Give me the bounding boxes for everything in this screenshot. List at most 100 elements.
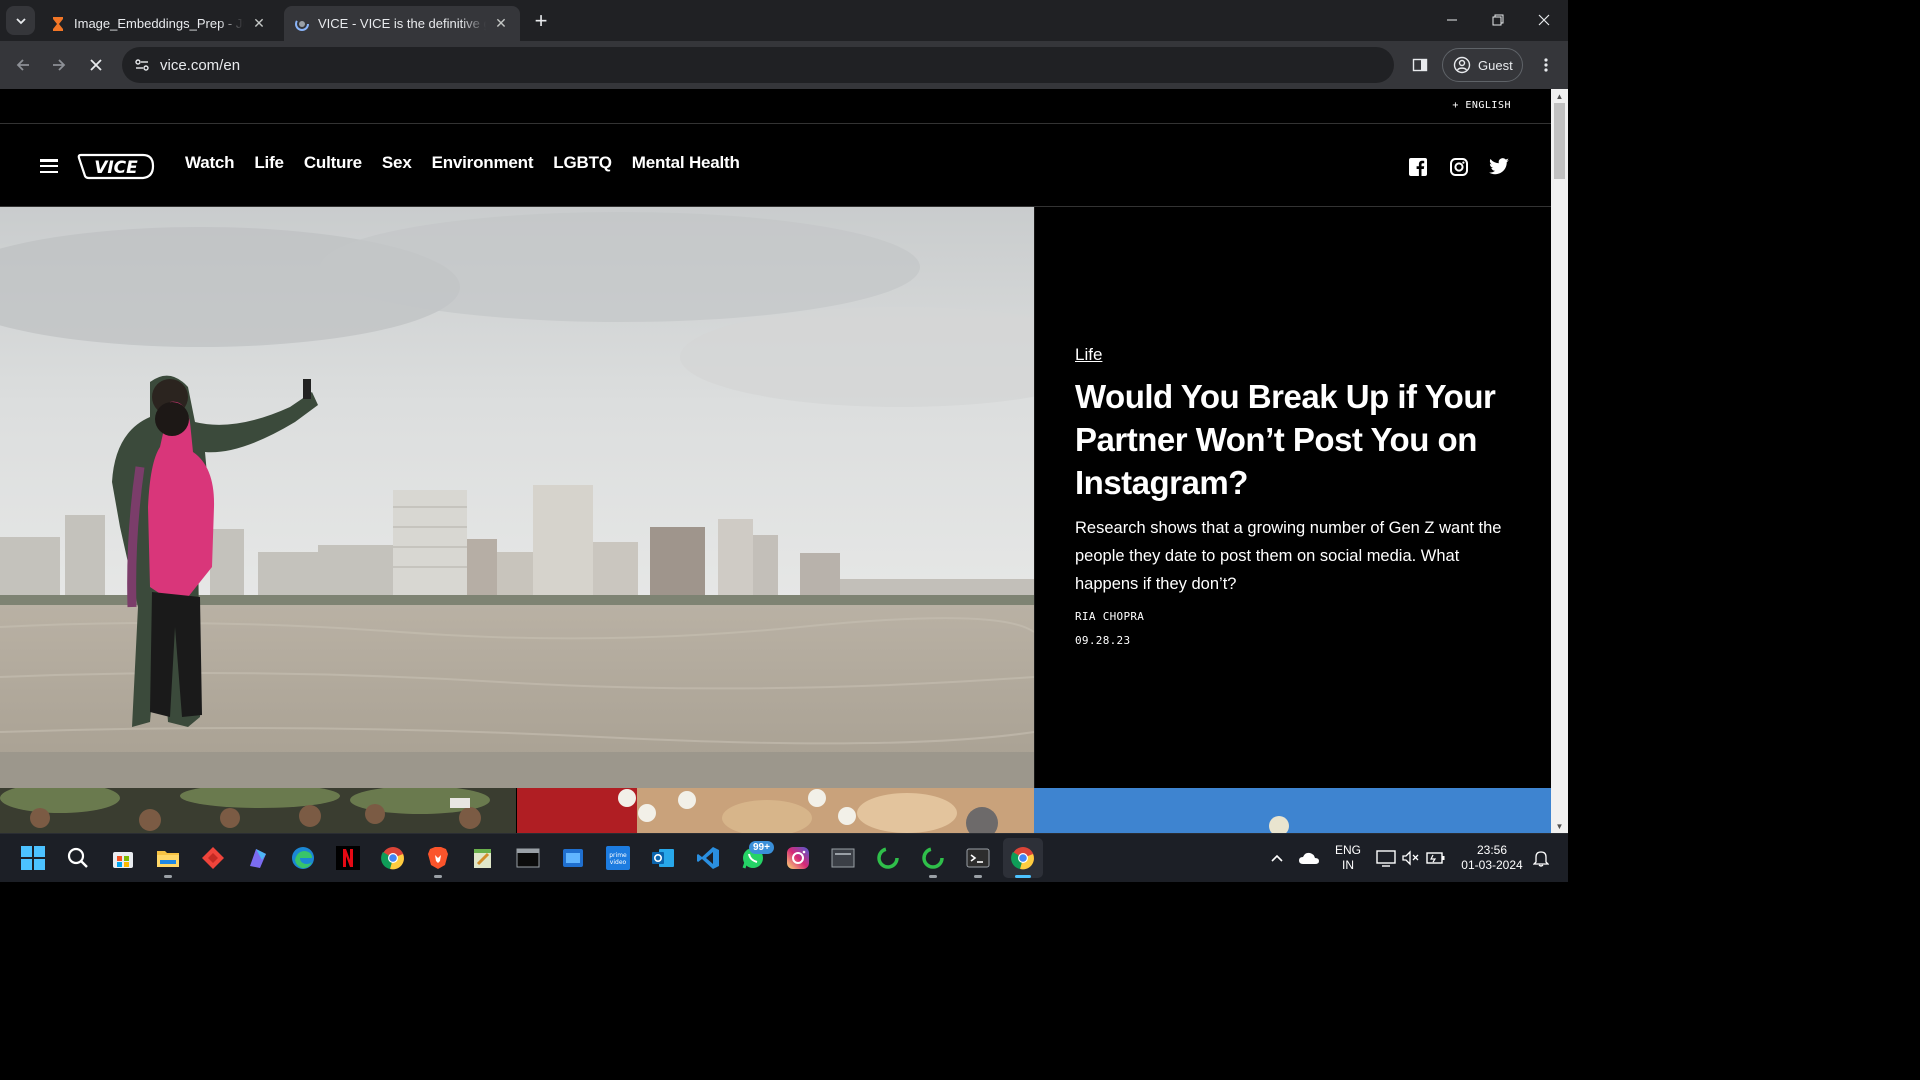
whatsapp-unread-badge: 99+ bbox=[749, 841, 774, 854]
chrome-icon[interactable] bbox=[378, 843, 408, 873]
battery-icon[interactable] bbox=[1421, 843, 1451, 873]
copilot-icon[interactable] bbox=[243, 843, 273, 873]
close-icon bbox=[90, 59, 102, 71]
nav-watch[interactable]: Watch bbox=[185, 153, 235, 173]
store-icon[interactable] bbox=[108, 843, 138, 873]
browser-toolbar: vice.com/en Guest bbox=[0, 41, 1568, 89]
svg-text:prime: prime bbox=[609, 852, 627, 859]
tab-title: Image_Embeddings_Prep - Jupyter bbox=[74, 16, 244, 31]
circle-app-2-icon[interactable] bbox=[918, 843, 948, 878]
onedrive-icon[interactable] bbox=[1294, 843, 1324, 873]
windows-taskbar: prime video 99+ ENG IN 23:56 01-03-2024 bbox=[0, 833, 1568, 882]
web-page: + ENGLISH VICE Watch Life Culture Sex En… bbox=[0, 89, 1551, 833]
notepad-icon[interactable] bbox=[468, 843, 498, 873]
article-dek: Research shows that a growing number of … bbox=[1075, 519, 1502, 593]
restore-icon bbox=[1492, 14, 1504, 26]
arrow-right-icon bbox=[53, 59, 66, 71]
account-icon bbox=[1453, 56, 1471, 74]
restore-button[interactable] bbox=[1475, 0, 1521, 40]
chevron-down-icon bbox=[15, 17, 26, 24]
article-category-link[interactable]: Life bbox=[1075, 345, 1102, 365]
thumbnail-crowd[interactable] bbox=[0, 788, 516, 833]
language-bar: + ENGLISH bbox=[0, 89, 1551, 124]
thumbnail-sky[interactable] bbox=[1034, 788, 1551, 833]
tab-jupyter[interactable]: Image_Embeddings_Prep - Jupyter ✕ bbox=[40, 6, 278, 41]
main-nav: Watch Life Culture Sex Environment LGBTQ… bbox=[185, 153, 760, 173]
more-vert-icon bbox=[1544, 58, 1548, 72]
nav-mental-health[interactable]: Mental Health bbox=[632, 153, 740, 173]
instagram-app-icon[interactable] bbox=[783, 843, 813, 873]
files-icon[interactable] bbox=[558, 843, 588, 873]
article-author[interactable]: RIA CHOPRA bbox=[1075, 610, 1144, 623]
article-date: 09.28.23 bbox=[1075, 634, 1131, 647]
close-icon[interactable]: ✕ bbox=[492, 15, 510, 33]
nav-sex[interactable]: Sex bbox=[382, 153, 412, 173]
nav-lgbtq[interactable]: LGBTQ bbox=[553, 153, 612, 173]
thumbnail-food[interactable] bbox=[517, 788, 1034, 833]
tab-title: VICE - VICE is the definitive guide bbox=[318, 16, 486, 31]
notification-bell-icon[interactable] bbox=[1526, 843, 1556, 873]
scrollbar-thumb[interactable] bbox=[1554, 103, 1565, 179]
circle-app-icon[interactable] bbox=[873, 843, 903, 873]
netflix-icon[interactable] bbox=[333, 843, 363, 873]
url-text[interactable]: vice.com/en bbox=[160, 57, 240, 74]
prime-video-icon[interactable]: prime video bbox=[603, 843, 633, 873]
nav-life[interactable]: Life bbox=[254, 153, 284, 173]
file-explorer-icon[interactable] bbox=[153, 843, 183, 878]
search-icon[interactable] bbox=[63, 843, 93, 873]
edge-icon[interactable] bbox=[288, 843, 318, 873]
vscode-icon[interactable] bbox=[693, 843, 723, 873]
stop-loading-button[interactable] bbox=[82, 51, 110, 79]
brave-icon[interactable] bbox=[423, 843, 453, 878]
scroll-up-icon[interactable]: ▲ bbox=[1551, 89, 1568, 103]
instagram-icon[interactable] bbox=[1448, 156, 1470, 178]
windows-start-icon[interactable] bbox=[18, 843, 48, 873]
input-language[interactable]: ENG IN bbox=[1330, 843, 1366, 873]
close-window-button[interactable] bbox=[1521, 0, 1567, 40]
system-clock[interactable]: 23:56 01-03-2024 bbox=[1453, 843, 1531, 873]
nav-environment[interactable]: Environment bbox=[432, 153, 534, 173]
side-panel-icon bbox=[1412, 58, 1428, 72]
article-headline[interactable]: Would You Break Up if Your Partner Won’t… bbox=[1075, 375, 1525, 504]
vice-logo[interactable]: VICE bbox=[77, 152, 155, 185]
nav-culture[interactable]: Culture bbox=[304, 153, 362, 173]
arrow-left-icon bbox=[16, 59, 29, 71]
back-button[interactable] bbox=[9, 51, 37, 79]
svg-text:VICE: VICE bbox=[94, 158, 138, 178]
facebook-icon[interactable] bbox=[1407, 156, 1429, 178]
browser-menu-button[interactable] bbox=[1532, 51, 1560, 79]
anydesk-icon[interactable] bbox=[198, 843, 228, 873]
twitter-icon[interactable] bbox=[1488, 156, 1510, 178]
forward-button[interactable] bbox=[45, 51, 73, 79]
minimize-icon bbox=[1447, 19, 1457, 21]
profile-button[interactable]: Guest bbox=[1442, 48, 1523, 82]
profile-label: Guest bbox=[1478, 57, 1513, 73]
new-tab-button[interactable]: + bbox=[528, 8, 554, 34]
terminal-icon[interactable] bbox=[513, 843, 543, 873]
site-header: VICE Watch Life Culture Sex Environment … bbox=[0, 125, 1551, 207]
scroll-down-icon[interactable]: ▼ bbox=[1551, 819, 1568, 833]
language-selector[interactable]: + ENGLISH bbox=[1452, 100, 1511, 111]
browser-tab-bar: Image_Embeddings_Prep - Jupyter ✕ VICE -… bbox=[0, 0, 1568, 41]
minimize-button[interactable] bbox=[1429, 0, 1475, 40]
clock-date: 01-03-2024 bbox=[1461, 858, 1523, 872]
close-icon[interactable]: ✕ bbox=[250, 15, 268, 33]
window-icon[interactable] bbox=[828, 843, 858, 873]
tab-search-button[interactable] bbox=[6, 6, 35, 35]
chevron-up-icon[interactable] bbox=[1262, 843, 1292, 873]
chrome-active-icon[interactable] bbox=[1008, 843, 1038, 878]
svg-text:video: video bbox=[610, 859, 627, 866]
address-bar[interactable]: vice.com/en bbox=[122, 47, 1394, 83]
terminal-2-icon[interactable] bbox=[963, 843, 993, 878]
hourglass-icon bbox=[50, 16, 66, 32]
tab-vice[interactable]: VICE - VICE is the definitive guide ✕ bbox=[284, 6, 520, 41]
page-scrollbar[interactable]: ▲ ▼ bbox=[1551, 89, 1568, 833]
hamburger-menu-icon[interactable] bbox=[40, 159, 58, 173]
close-icon bbox=[1538, 14, 1550, 26]
side-panel-button[interactable] bbox=[1406, 51, 1434, 79]
outlook-icon[interactable] bbox=[648, 843, 678, 873]
clock-time: 23:56 bbox=[1476, 843, 1508, 857]
hero-image[interactable] bbox=[0, 207, 1034, 788]
site-info-icon[interactable] bbox=[124, 57, 160, 73]
vice-spinner-icon bbox=[294, 16, 310, 32]
